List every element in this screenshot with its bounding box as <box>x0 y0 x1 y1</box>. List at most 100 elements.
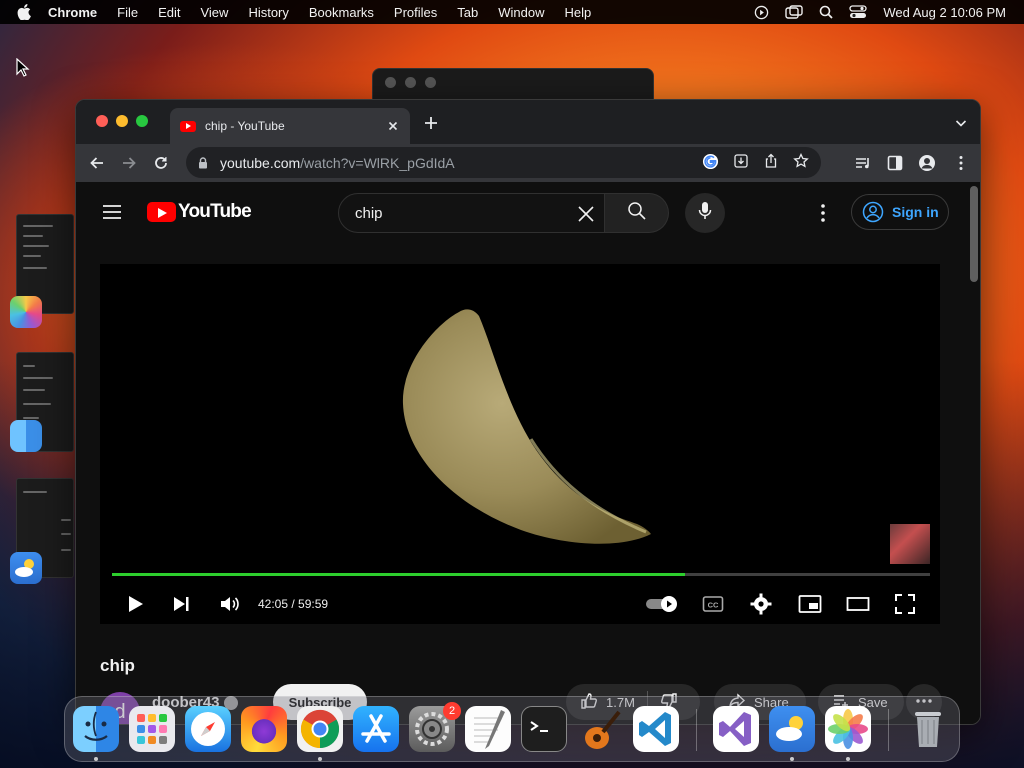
search-query: chip <box>355 204 383 222</box>
search-button[interactable] <box>605 193 669 233</box>
forward-button[interactable] <box>120 154 138 172</box>
menu-window[interactable]: Window <box>498 5 544 20</box>
finder-icon[interactable] <box>73 706 119 752</box>
miniplayer-icon[interactable] <box>798 593 822 620</box>
play-circle-icon[interactable] <box>754 5 769 20</box>
spotlight-search-icon[interactable] <box>819 5 834 19</box>
tab-search-chevron-icon[interactable] <box>954 116 968 130</box>
photos-icon[interactable] <box>825 706 871 752</box>
youtube-wordmark: YouTube <box>178 201 252 222</box>
garageband-icon[interactable] <box>577 706 623 752</box>
progress-bar[interactable] <box>112 573 930 576</box>
weather-running-indicator <box>790 757 794 761</box>
volume-icon[interactable] <box>218 593 240 620</box>
lock-icon[interactable] <box>196 156 210 170</box>
settings-kebab-icon[interactable] <box>816 202 830 224</box>
media-controls-icon[interactable] <box>854 154 872 172</box>
launchpad-icon[interactable] <box>129 706 175 752</box>
guide-menu-icon[interactable] <box>102 204 122 220</box>
autoplay-toggle[interactable] <box>645 595 681 618</box>
menu-view[interactable]: View <box>200 5 228 20</box>
youtube-favicon-icon <box>180 120 196 132</box>
profile-avatar-icon[interactable] <box>918 154 936 172</box>
video-player[interactable]: 42:05 / 59:59 CC <box>100 264 940 624</box>
control-center-icon[interactable] <box>849 5 868 19</box>
trash-icon[interactable] <box>905 706 951 752</box>
channel-watermark[interactable] <box>890 524 930 564</box>
apple-menu-icon[interactable] <box>14 2 34 22</box>
zoom-window-button[interactable] <box>136 115 148 127</box>
safari-icon[interactable] <box>185 706 231 752</box>
chrome-menu-icon[interactable] <box>952 154 970 172</box>
menu-app-name[interactable]: Chrome <box>48 5 97 20</box>
app-store-icon[interactable] <box>353 706 399 752</box>
chrome-icon[interactable] <box>297 706 343 752</box>
vscode-icon[interactable] <box>633 706 679 752</box>
share-page-icon[interactable] <box>763 153 779 172</box>
close-window-button[interactable] <box>96 115 108 127</box>
menu-tab[interactable]: Tab <box>457 5 478 20</box>
youtube-logo[interactable]: YouTube <box>147 201 252 223</box>
progress-played <box>112 573 685 576</box>
firefox-icon[interactable] <box>241 706 287 752</box>
photos-icon <box>10 296 42 328</box>
clear-search-icon[interactable] <box>576 204 596 224</box>
menu-help[interactable]: Help <box>565 5 592 20</box>
play-button[interactable] <box>124 593 146 620</box>
menu-profiles[interactable]: Profiles <box>394 5 437 20</box>
menu-bookmarks[interactable]: Bookmarks <box>309 5 374 20</box>
bg-window-close-icon <box>385 77 396 88</box>
tab-title: chip - YouTube <box>205 119 285 133</box>
new-tab-button[interactable] <box>422 114 440 132</box>
bg-window-minimize-icon <box>405 77 416 88</box>
google-lens-icon[interactable] <box>702 153 719 173</box>
mouse-cursor-icon <box>16 57 30 83</box>
finder-running-indicator <box>94 757 98 761</box>
page-scrollbar[interactable] <box>970 186 978 282</box>
settings-gear-icon[interactable] <box>750 593 772 620</box>
close-tab-icon[interactable] <box>386 119 400 133</box>
subtitles-icon[interactable]: CC <box>702 593 724 620</box>
video-title: chip <box>100 656 135 675</box>
url-text: youtube.com/watch?v=WlRK_pGdIdA <box>220 155 455 171</box>
address-bar[interactable]: youtube.com/watch?v=WlRK_pGdIdA <box>186 147 821 178</box>
search-input[interactable]: chip <box>338 193 605 233</box>
fullscreen-icon[interactable] <box>894 593 916 620</box>
tab-youtube[interactable]: chip - YouTube <box>170 108 410 144</box>
search-icon <box>627 201 647 226</box>
url-host: youtube.com <box>220 154 301 171</box>
theater-mode-icon[interactable] <box>846 593 870 620</box>
bookmark-star-icon[interactable] <box>793 152 809 172</box>
menu-edit[interactable]: Edit <box>158 5 180 20</box>
back-button[interactable] <box>88 154 106 172</box>
side-panel-icon[interactable] <box>886 154 904 172</box>
sign-in-label: Sign in <box>892 204 939 220</box>
dock-separator <box>696 709 697 751</box>
url-path: /watch?v=WlRK_pGdIdA <box>300 154 455 171</box>
minimize-window-button[interactable] <box>116 115 128 127</box>
terminal-icon[interactable] <box>521 706 567 752</box>
browser-toolbar: youtube.com/watch?v=WlRK_pGdIdA <box>76 144 980 182</box>
install-app-icon[interactable] <box>733 153 749 172</box>
menu-file[interactable]: File <box>117 5 138 20</box>
next-video-button[interactable] <box>170 593 192 620</box>
sign-in-button[interactable]: Sign in <box>851 194 949 230</box>
video-frame[interactable] <box>341 264 700 574</box>
screen-mirror-icon[interactable] <box>785 4 804 20</box>
settings-badge: 2 <box>443 702 461 720</box>
voice-search-button[interactable] <box>685 193 725 233</box>
visual-studio-icon[interactable] <box>713 706 759 752</box>
finder-icon <box>10 420 42 452</box>
menu-history[interactable]: History <box>248 5 288 20</box>
youtube-play-logo-icon <box>147 202 176 222</box>
microphone-icon <box>697 201 713 226</box>
textedit-icon[interactable] <box>465 706 511 752</box>
dock: 2 <box>64 696 960 762</box>
chrome-window: chip - YouTube youtube.com/watch?v=WlRK_… <box>75 99 981 725</box>
menu-clock[interactable]: Wed Aug 2 10:06 PM <box>883 5 1006 20</box>
reload-button[interactable] <box>152 154 170 172</box>
weather-icon[interactable] <box>769 706 815 752</box>
potato-chip-image <box>402 309 651 544</box>
photos-running-indicator <box>846 757 850 761</box>
menu-bar: Chrome File Edit View History Bookmarks … <box>0 0 1024 24</box>
